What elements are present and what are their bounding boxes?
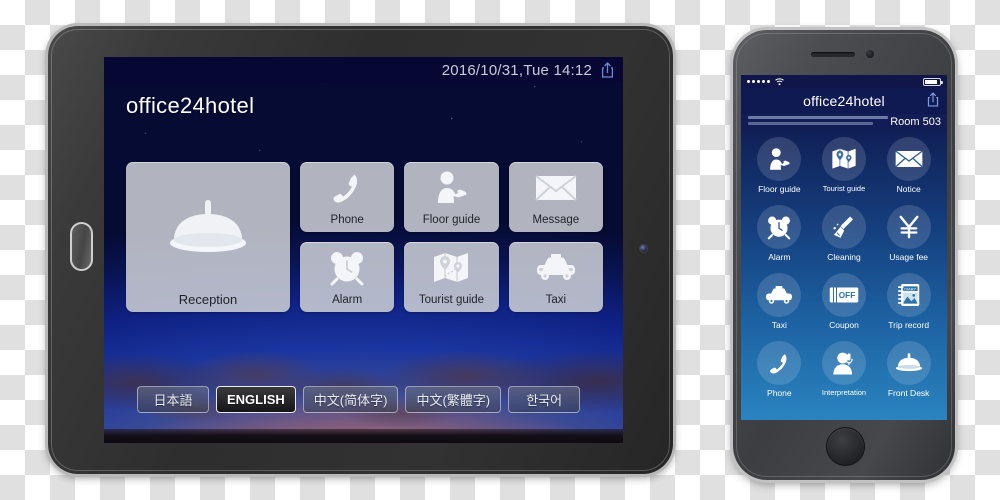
tile-phone[interactable]: Phone <box>300 162 395 232</box>
concierge-person-icon <box>757 137 802 181</box>
map-pins-icon <box>821 137 866 181</box>
phone-tile-label: Cleaning <box>827 252 861 262</box>
decorative-lines <box>748 116 888 128</box>
lang-button-japanese[interactable]: 日本語 <box>137 386 209 413</box>
tile-label: Floor guide <box>422 214 481 227</box>
phone-tile-notice[interactable]: Notice <box>876 137 941 205</box>
person-microphone-icon <box>821 341 866 385</box>
phone-nav-bar: office24hotel <box>741 88 947 114</box>
phone-tile-phone[interactable]: Phone <box>747 341 812 409</box>
lang-button-chinese-traditional[interactable]: 中文(繁體字) <box>405 386 502 413</box>
phone-tile-label: Trip record <box>888 320 930 330</box>
tablet-front-camera-icon <box>640 245 647 252</box>
coupon-off-ticket-icon: OFF <box>821 273 866 317</box>
wallpaper-horizon <box>104 429 623 443</box>
wifi-icon <box>775 77 784 86</box>
tablet-device: 2016/10/31,Tue 14:12 office24hotel Recep… <box>48 26 673 474</box>
tile-floor-guide[interactable]: Floor guide <box>404 162 499 232</box>
phone-hotel-name: office24hotel <box>803 93 885 109</box>
room-number: Room 503 <box>890 116 941 128</box>
phone-status-bar <box>741 75 947 88</box>
service-bell-icon <box>886 341 931 385</box>
taxi-car-icon <box>509 242 603 294</box>
envelope-icon <box>509 162 603 214</box>
phone-earpiece-speaker <box>811 52 855 57</box>
phone-tile-label: Coupon <box>829 320 859 330</box>
phone-tile-tourist-guide[interactable]: Tourist guide <box>812 137 877 205</box>
phone-tile-label: Alarm <box>768 252 791 262</box>
lang-button-korean[interactable]: 한국어 <box>508 386 581 413</box>
alarm-clock-icon <box>300 242 394 294</box>
tablet-screen: 2016/10/31,Tue 14:12 office24hotel Recep… <box>104 57 623 443</box>
diary-label-text: DIARY <box>904 286 916 291</box>
phone-tile-label: Phone <box>767 388 792 398</box>
phone-tile-cleaning[interactable]: Cleaning <box>812 205 877 273</box>
tile-tourist-guide[interactable]: Tourist guide <box>404 242 499 312</box>
tablet-status-bar: 2016/10/31,Tue 14:12 <box>104 57 623 83</box>
broom-icon <box>821 205 866 249</box>
phone-tile-label: Notice <box>896 184 921 194</box>
phone-tile-label: Usage fee <box>889 252 929 262</box>
phone-tile-label: Floor guide <box>758 184 801 194</box>
coupon-off-text: OFF <box>839 291 856 300</box>
phone-tile-label: Taxi <box>771 320 787 330</box>
phone-handset-icon <box>300 162 394 214</box>
phone-home-button[interactable] <box>826 427 865 466</box>
phone-tile-label: Front Desk <box>887 388 930 398</box>
taxi-car-icon <box>757 273 802 317</box>
tablet-tile-grid: Reception Phone Floor guide Message Alar… <box>126 162 603 312</box>
alarm-clock-icon <box>757 205 802 249</box>
phone-tile-coupon[interactable]: OFF Coupon <box>812 273 877 341</box>
tile-label: Phone <box>330 214 364 227</box>
share-icon[interactable] <box>601 62 614 78</box>
concierge-person-icon <box>404 162 498 214</box>
map-pins-icon <box>404 242 498 294</box>
phone-handset-icon <box>757 341 802 385</box>
share-icon[interactable] <box>927 92 939 107</box>
phone-tile-alarm[interactable]: Alarm <box>747 205 812 273</box>
tile-message[interactable]: Message <box>508 162 603 232</box>
service-bell-icon <box>126 162 290 293</box>
phone-front-camera-icon <box>866 50 874 58</box>
phone-tile-usage-fee[interactable]: Usage fee <box>876 205 941 273</box>
tablet-hotel-name: office24hotel <box>126 93 255 118</box>
tablet-home-button[interactable] <box>70 222 93 271</box>
phone-room-bar: Room 503 <box>741 114 947 130</box>
language-selector: 日本語 ENGLISH 中文(简体字) 中文(繁體字) 한국어 <box>137 386 581 413</box>
phone-tile-front-desk[interactable]: Front Desk <box>876 341 941 409</box>
phone-screen: office24hotel Room 503 Floor guide Touri… <box>741 75 947 420</box>
battery-icon <box>923 77 943 86</box>
phone-tile-floor-guide[interactable]: Floor guide <box>747 137 812 205</box>
tile-taxi[interactable]: Taxi <box>508 242 603 312</box>
envelope-icon <box>886 137 931 181</box>
phone-tile-taxi[interactable]: Taxi <box>747 273 812 341</box>
yen-icon <box>886 205 931 249</box>
signal-strength-icon <box>747 77 784 86</box>
tile-label: Message <box>532 214 580 227</box>
phone-tile-trip-record[interactable]: DIARY Trip record <box>876 273 941 341</box>
tile-label: Tourist guide <box>418 294 485 307</box>
phone-tile-grid: Floor guide Tourist guide Notice Alarm C… <box>741 130 947 409</box>
screenshot-stage: 2016/10/31,Tue 14:12 office24hotel Recep… <box>0 0 1000 500</box>
phone-tile-label: Interpretation <box>821 388 867 397</box>
diary-notebook-icon: DIARY <box>886 273 931 317</box>
tile-label: Taxi <box>545 294 567 307</box>
tile-label: Reception <box>178 291 238 307</box>
lang-button-chinese-simplified[interactable]: 中文(简体字) <box>302 386 399 413</box>
phone-tile-interpretation[interactable]: Interpretation <box>812 341 877 409</box>
phone-tile-label: Tourist guide <box>822 184 866 193</box>
tablet-datetime: 2016/10/31,Tue 14:12 <box>441 61 592 79</box>
tile-alarm[interactable]: Alarm <box>300 242 395 312</box>
lang-button-english[interactable]: ENGLISH <box>216 386 296 413</box>
tile-label: Alarm <box>332 294 363 307</box>
phone-device: office24hotel Room 503 Floor guide Touri… <box>733 30 955 480</box>
tile-reception[interactable]: Reception <box>126 162 290 312</box>
